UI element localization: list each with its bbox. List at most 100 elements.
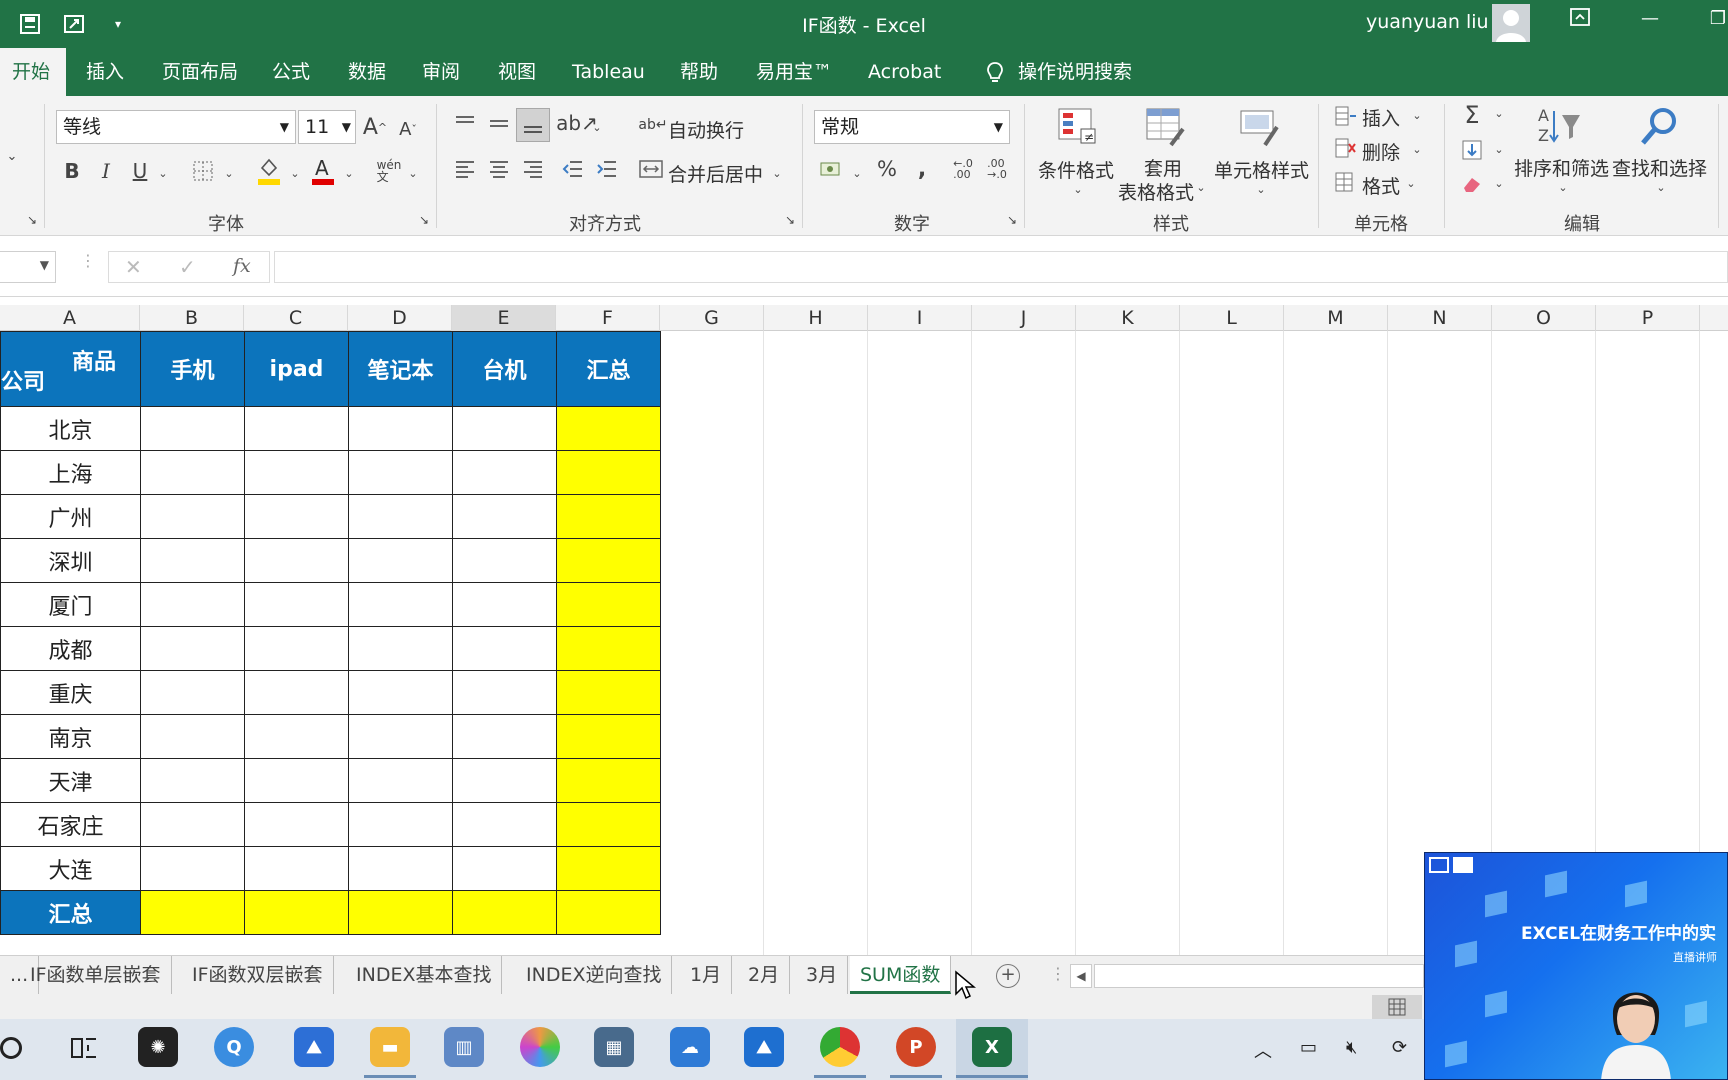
total-cell[interactable] xyxy=(556,406,661,451)
value-cell[interactable] xyxy=(348,450,453,495)
tab-view[interactable]: 视图 xyxy=(486,48,548,96)
chevron-down-icon[interactable]: ⌄ xyxy=(1492,142,1506,156)
column-header-n[interactable]: N xyxy=(1388,305,1492,331)
value-cell[interactable] xyxy=(244,406,349,451)
italic-icon[interactable]: I xyxy=(94,156,118,186)
value-cell[interactable] xyxy=(140,670,245,715)
ribbon-display-icon[interactable] xyxy=(1562,8,1598,31)
total-cell[interactable] xyxy=(556,670,661,715)
align-middle-icon[interactable] xyxy=(484,108,514,138)
header-cell[interactable]: ipad xyxy=(244,331,349,407)
add-sheet-icon[interactable]: + xyxy=(996,964,1020,988)
font-name-select[interactable]: 等线 ▼ xyxy=(56,110,296,144)
tab-formulas[interactable]: 公式 xyxy=(260,48,322,96)
column-header-b[interactable]: B xyxy=(140,305,244,331)
font-color-icon[interactable]: A xyxy=(308,154,338,188)
app-icon-image[interactable]: ⛰ xyxy=(744,1027,784,1067)
city-cell[interactable]: 石家庄 xyxy=(0,802,141,847)
value-cell[interactable] xyxy=(348,406,453,451)
wrap-text-icon[interactable]: ab↵ xyxy=(638,110,667,140)
align-left-icon[interactable] xyxy=(450,154,480,184)
value-cell[interactable] xyxy=(244,758,349,803)
user-name[interactable]: yuanyuan liu xyxy=(1366,11,1489,33)
orientation-icon[interactable]: ab↗ xyxy=(556,108,598,138)
value-cell[interactable] xyxy=(452,582,557,627)
value-cell[interactable] xyxy=(140,494,245,539)
enter-check-icon[interactable]: ✓ xyxy=(179,255,196,279)
tab-splitter-icon[interactable]: ⋮ xyxy=(1050,964,1066,983)
underline-icon[interactable]: U xyxy=(128,156,152,186)
app-icon-color-wheel[interactable] xyxy=(520,1027,560,1067)
value-cell[interactable] xyxy=(452,406,557,451)
app-icon-books[interactable]: ▥ xyxy=(444,1027,484,1067)
value-cell[interactable] xyxy=(244,670,349,715)
header-cell[interactable]: 台机 xyxy=(452,331,557,407)
value-cell[interactable] xyxy=(452,758,557,803)
city-cell[interactable]: 大连 xyxy=(0,846,141,891)
column-header-m[interactable]: M xyxy=(1284,305,1388,331)
formula-input[interactable] xyxy=(274,251,1728,283)
total-cell[interactable] xyxy=(244,890,349,935)
chevron-down-icon[interactable]: ⌄ xyxy=(1492,176,1506,190)
corner-cell[interactable]: 商品 公司 xyxy=(0,331,141,407)
city-cell[interactable]: 北京 xyxy=(0,406,141,451)
number-format-select[interactable]: 常规 ▼ xyxy=(814,110,1010,144)
city-cell[interactable]: 重庆 xyxy=(0,670,141,715)
chevron-down-icon[interactable]: ⌄ xyxy=(156,158,170,188)
value-cell[interactable] xyxy=(140,450,245,495)
minimize-icon[interactable]: — xyxy=(1632,8,1668,29)
merge-center-button[interactable]: 合并后居中 xyxy=(668,160,763,187)
task-view-icon[interactable] xyxy=(70,1035,98,1061)
bold-icon[interactable]: B xyxy=(60,156,84,186)
column-header-j[interactable]: J xyxy=(972,305,1076,331)
value-cell[interactable] xyxy=(452,494,557,539)
column-header-f[interactable]: F xyxy=(556,305,660,331)
font-size-select[interactable]: 11 ▼ xyxy=(298,110,356,144)
column-header-i[interactable]: I xyxy=(868,305,972,331)
value-cell[interactable] xyxy=(244,582,349,627)
total-cell[interactable] xyxy=(556,626,661,671)
value-cell[interactable] xyxy=(348,802,453,847)
align-center-icon[interactable] xyxy=(484,154,514,184)
city-cell[interactable]: 天津 xyxy=(0,758,141,803)
city-cell[interactable]: 南京 xyxy=(0,714,141,759)
tab-acrobat[interactable]: Acrobat xyxy=(856,48,953,96)
column-header-d[interactable]: D xyxy=(348,305,452,331)
tab-data[interactable]: 数据 xyxy=(336,48,398,96)
alignment-launcher-icon[interactable]: ↘ xyxy=(782,212,798,228)
total-cell[interactable] xyxy=(556,802,661,847)
value-cell[interactable] xyxy=(140,714,245,759)
decrease-indent-icon[interactable] xyxy=(558,154,588,184)
column-header-a[interactable]: A xyxy=(0,305,140,331)
sheet-tab-jan[interactable]: 1月 xyxy=(680,956,733,994)
value-cell[interactable] xyxy=(244,802,349,847)
total-cell[interactable] xyxy=(348,890,453,935)
chevron-down-icon[interactable]: ⌄ xyxy=(406,158,420,188)
column-header-h[interactable]: H xyxy=(764,305,868,331)
tab-easy-use[interactable]: 易用宝™ xyxy=(744,48,844,96)
header-cell[interactable]: 手机 xyxy=(140,331,245,407)
clipboard-launcher-icon[interactable]: ↘ xyxy=(24,212,40,228)
column-header-e[interactable]: E xyxy=(452,305,556,331)
fill-color-icon[interactable] xyxy=(254,154,284,188)
sheet-tab-if-single[interactable]: IF函数单层嵌套 xyxy=(20,956,172,994)
sheet-tab-sum[interactable]: SUM函数 xyxy=(850,956,952,994)
column-header-p[interactable]: P xyxy=(1596,305,1700,331)
city-cell[interactable]: 成都 xyxy=(0,626,141,671)
city-cell[interactable]: 上海 xyxy=(0,450,141,495)
borders-icon[interactable] xyxy=(190,156,216,186)
column-header-g[interactable]: G xyxy=(660,305,764,331)
value-cell[interactable] xyxy=(348,670,453,715)
name-box[interactable]: ▼ xyxy=(0,251,56,283)
sheet-tab-if-double[interactable]: IF函数双层嵌套 xyxy=(182,956,334,994)
value-cell[interactable] xyxy=(348,538,453,583)
font-launcher-icon[interactable]: ↘ xyxy=(416,212,432,228)
paste-dropdown-icon[interactable]: ⌄ xyxy=(0,144,24,168)
excel-taskbar-active[interactable]: X xyxy=(956,1019,1028,1080)
value-cell[interactable] xyxy=(140,758,245,803)
percent-icon[interactable]: % xyxy=(872,154,902,184)
chevron-down-icon[interactable]: ⌄ xyxy=(850,158,864,188)
sync-icon[interactable]: ⟳ xyxy=(1392,1037,1407,1058)
battery-icon[interactable]: ▭ xyxy=(1300,1037,1317,1058)
chevron-up-icon[interactable]: ︿ xyxy=(1254,1037,1272,1063)
